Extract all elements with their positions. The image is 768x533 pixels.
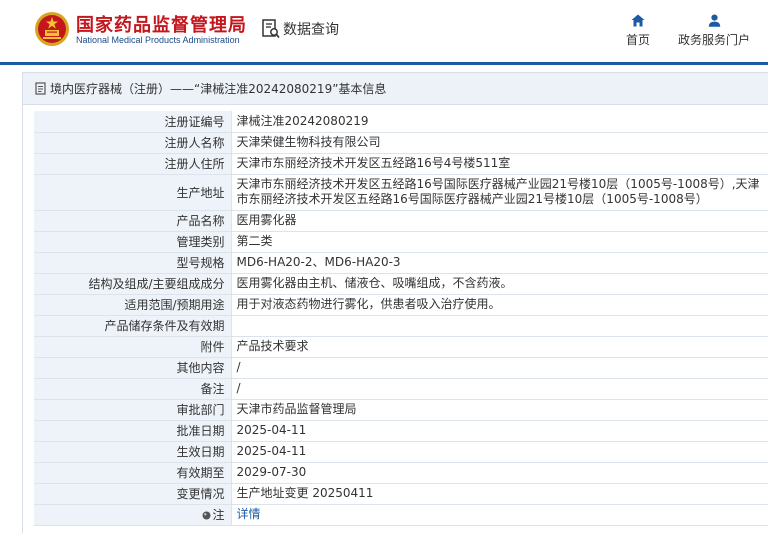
row-value: 2025-04-11	[231, 441, 768, 463]
user-icon	[708, 14, 720, 27]
panel-title: 境内医疗器械（注册）——“津械注准20242080219”基本信息	[50, 82, 387, 96]
table-row: 其他内容 /	[34, 357, 768, 379]
table-row: 生产地址 天津市东丽经济技术开发区五经路16号国际医疗器械产业园21号楼10层（1…	[34, 174, 768, 211]
row-label: 变更情况	[34, 483, 232, 505]
table-row: 注册人名称 天津荣健生物科技有限公司	[34, 132, 768, 154]
data-query-link[interactable]: 数据查询	[262, 18, 339, 40]
table-row: 产品名称 医用雾化器	[34, 210, 768, 232]
table-row: 附件 产品技术要求	[34, 336, 768, 358]
row-value: 产品技术要求	[231, 336, 768, 358]
row-label: 型号规格	[34, 252, 232, 274]
row-label: 注册人住所	[34, 153, 232, 175]
row-value: 天津市东丽经济技术开发区五经路16号4号楼511室	[231, 153, 768, 175]
row-label: 附件	[34, 336, 232, 358]
row-value: 医用雾化器由主机、储液仓、吸嘴组成，不含药液。	[231, 273, 768, 295]
row-label: 生产地址	[34, 174, 232, 211]
table-row: 注册人住所 天津市东丽经济技术开发区五经路16号4号楼511室	[34, 153, 768, 175]
table-row: 生效日期 2025-04-11	[34, 441, 768, 463]
pin-icon	[202, 511, 211, 520]
details-link[interactable]: 详情	[237, 507, 261, 521]
row-label: 注册人名称	[34, 132, 232, 154]
table-row: 注 详情	[34, 504, 768, 526]
row-value: 2025-04-11	[231, 420, 768, 442]
table-row: 有效期至 2029-07-30	[34, 462, 768, 484]
row-value: 生产地址变更 20250411	[231, 483, 768, 505]
row-value: 天津市东丽经济技术开发区五经路16号国际医疗器械产业园21号楼10层（1005号…	[231, 174, 768, 211]
table-row: 备注 /	[34, 378, 768, 400]
row-value: 天津市药品监督管理局	[231, 399, 768, 421]
row-value	[231, 315, 768, 337]
info-table: 注册证编号 津械注准20242080219 注册人名称 天津荣健生物科技有限公司 注…	[34, 111, 768, 526]
nav-service-label: 政务服务门户	[677, 33, 750, 47]
nav-home-label: 首页	[625, 33, 650, 47]
site-header: 国家药品监督管理局 National Medical Products Admi…	[0, 0, 768, 62]
document-icon	[35, 82, 46, 95]
row-value: 天津荣健生物科技有限公司	[231, 132, 768, 154]
row-label: 备注	[34, 378, 232, 400]
brand-name-cn: 国家药品监督管理局	[76, 15, 247, 36]
row-value: 详情	[231, 504, 768, 526]
document-search-icon	[262, 19, 280, 39]
national-emblem-icon	[35, 12, 69, 46]
brand-name-en: National Medical Products Administration	[76, 35, 240, 45]
row-value: /	[231, 378, 768, 400]
row-label: 管理类别	[34, 231, 232, 253]
row-value: 用于对液态药物进行雾化，供患者吸入治疗使用。	[231, 294, 768, 316]
header-divider	[0, 62, 768, 65]
row-value: /	[231, 357, 768, 379]
table-row: 结构及组成/主要组成成分 医用雾化器由主机、储液仓、吸嘴组成，不含药液。	[34, 273, 768, 295]
table-row: 适用范围/预期用途 用于对液态药物进行雾化，供患者吸入治疗使用。	[34, 294, 768, 316]
table-row: 型号规格 MD6-HA20-2、MD6-HA20-3	[34, 252, 768, 274]
row-label: 有效期至	[34, 462, 232, 484]
panel-title-bar: 境内医疗器械（注册）——“津械注准20242080219”基本信息	[23, 73, 768, 105]
table-row: 管理类别 第二类	[34, 231, 768, 253]
row-value: 第二类	[231, 231, 768, 253]
row-value: 2029-07-30	[231, 462, 768, 484]
row-label: 生效日期	[34, 441, 232, 463]
row-label: 审批部门	[34, 399, 232, 421]
row-label-note: 注	[34, 504, 232, 526]
table-row: 产品储存条件及有效期	[34, 315, 768, 337]
detail-panel: 境内医疗器械（注册）——“津械注准20242080219”基本信息 注册证编号津…	[22, 72, 768, 533]
row-label: 产品名称	[34, 210, 232, 232]
row-label: 结构及组成/主要组成成分	[34, 273, 232, 295]
data-query-label: 数据查询	[283, 22, 339, 38]
nav-home[interactable]: 首页	[624, 14, 652, 48]
row-label: 其他内容	[34, 357, 232, 379]
row-label: 注册证编号	[34, 111, 232, 133]
home-icon	[631, 14, 645, 27]
row-label: 批准日期	[34, 420, 232, 442]
row-value: 津械注准20242080219	[231, 111, 768, 133]
table-row: 批准日期 2025-04-11	[34, 420, 768, 442]
row-label: 产品储存条件及有效期	[34, 315, 232, 337]
table-row: 注册证编号 津械注准20242080219	[34, 111, 768, 133]
row-value: MD6-HA20-2、MD6-HA20-3	[231, 252, 768, 274]
table-row: 变更情况 生产地址变更 20250411	[34, 483, 768, 505]
row-label: 适用范围/预期用途	[34, 294, 232, 316]
table-row: 审批部门 天津市药品监督管理局	[34, 399, 768, 421]
note-label: 注	[212, 508, 225, 522]
row-value: 医用雾化器	[231, 210, 768, 232]
nav-service-portal[interactable]: 政务服务门户	[676, 14, 752, 48]
